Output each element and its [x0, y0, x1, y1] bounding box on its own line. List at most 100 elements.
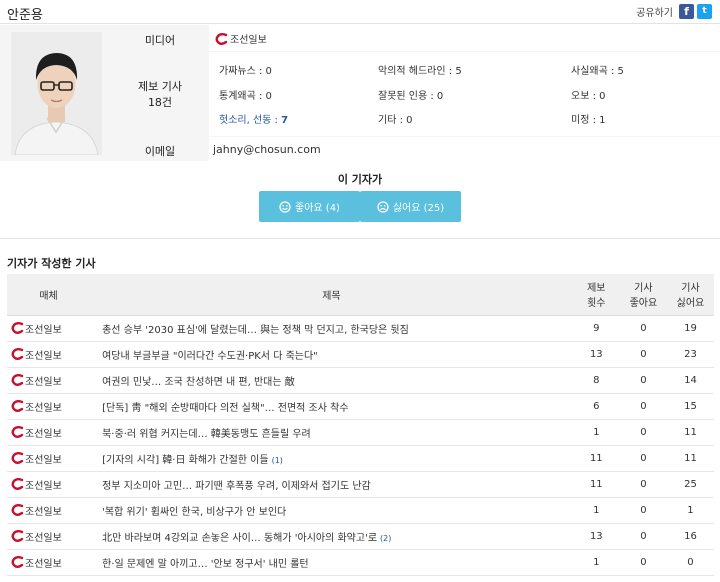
like-button[interactable]: 좋아요 (4) [259, 191, 360, 222]
email-label: 이메일 [111, 137, 209, 161]
article-title-link[interactable]: [단독] 靑 "해외 순방때마다 의전 실책"… 전면적 조사 착수 [102, 403, 348, 414]
chosun-logo-icon [11, 504, 24, 516]
row-dislikes: 1 [666, 497, 714, 524]
chosun-logo-icon [11, 348, 24, 360]
row-media-name: 조선일보 [25, 402, 62, 414]
email-link[interactable]: jahny@chosun.com [213, 143, 321, 156]
table-row: 조선일보 北만 바라보며 4강외교 손놓은 사이… 동해가 '아시아의 화약고'로… [7, 523, 714, 550]
header-title: 제목 [90, 274, 573, 316]
header-dislikes: 기사 싫어요 [666, 274, 714, 316]
row-reports: 1 [572, 419, 620, 446]
row-likes: 0 [619, 419, 667, 446]
share-label: 공유하기 [636, 8, 673, 19]
row-media[interactable]: 조선일보 [7, 549, 91, 576]
row-media-name: 조선일보 [25, 454, 62, 466]
table-row: 조선일보 총선 승부 '2030 표심'에 달렸는데… 與는 정책 막 던지고, … [7, 315, 714, 342]
article-title-link[interactable]: 정부 지소미아 고민… 파기땐 후폭풍 우려, 이제와서 접기도 난감 [102, 481, 371, 492]
media-name: 조선일보 [230, 35, 267, 46]
chosun-logo-icon [11, 452, 24, 464]
stat-nonsense-agitation[interactable]: 헛소리, 선동 : 7 [219, 111, 288, 126]
table-row: 조선일보 북·중·러 위협 커지는데… 韓美동맹도 흔들릴 우려 1 0 11 [7, 419, 714, 446]
row-media-name: 조선일보 [25, 506, 62, 518]
chosun-logo-icon [11, 426, 24, 438]
row-media[interactable]: 조선일보 [7, 341, 91, 368]
article-title-link[interactable]: '복합 위기' 휩싸인 한국, 비상구가 안 보인다 [102, 507, 286, 518]
article-title-link[interactable]: 여당내 부글부글 "이러다간 수도권·PK서 다 죽는다" [102, 351, 318, 362]
table-row: 조선일보 한·일 문제엔 말 아끼고… '안보 정구서' 내민 롤턴 1 0 0 [7, 549, 714, 576]
header-bar: 안준용 공유하기 f t [0, 0, 720, 24]
table-row: 조선일보 여당내 부글부글 "이러다간 수도권·PK서 다 죽는다" 13 0 23 [7, 341, 714, 368]
article-title-link[interactable]: [기자의 시각] 韓·日 화해가 간절한 이들 [102, 455, 268, 466]
stat-statistic-distortion: 통계왜곡 : 0 [219, 91, 272, 102]
row-likes: 0 [619, 471, 667, 498]
row-title-cell: [기자의 시각] 韓·日 화해가 간절한 이들 (1) [90, 445, 573, 472]
row-media-name: 조선일보 [25, 558, 62, 570]
row-dislikes: 23 [666, 341, 714, 368]
row-title-cell: '복합 위기' 휩싸인 한국, 비상구가 안 보인다 [90, 497, 573, 524]
row-media[interactable]: 조선일보 [7, 419, 91, 446]
row-media[interactable]: 조선일보 [7, 367, 91, 394]
row-media-name: 조선일보 [25, 324, 62, 336]
chosun-logo-icon [11, 530, 24, 542]
row-reports: 9 [572, 315, 620, 342]
header-likes: 기사 좋아요 [619, 274, 667, 316]
row-reports: 11 [572, 445, 620, 472]
row-media[interactable]: 조선일보 [7, 445, 91, 472]
profile-info: 미디어 조선일보 제보 기사 18건 가짜뉴스 : 0 악의적 헤드라인 : 5… [111, 25, 720, 161]
article-title-link[interactable]: 북·중·러 위협 커지는데… 韓美동맹도 흔들릴 우려 [102, 429, 311, 440]
chosun-logo-icon [11, 322, 24, 334]
row-dislikes: 25 [666, 471, 714, 498]
row-media-name: 조선일보 [25, 532, 62, 544]
stat-fake-news: 가짜뉴스 : 0 [219, 66, 272, 77]
dislike-button[interactable]: 싫어요 (25) [360, 191, 461, 222]
table-row: 조선일보 '복합 위기' 휩싸인 한국, 비상구가 안 보인다 1 0 1 [7, 497, 714, 524]
twitter-share-icon[interactable]: t [697, 4, 712, 19]
row-title-cell: 한·일 문제엔 말 아끼고… '안보 정구서' 내민 롤턴 [90, 549, 573, 576]
row-likes: 0 [619, 523, 667, 550]
row-reports: 13 [572, 341, 620, 368]
header-media: 매체 [7, 274, 91, 316]
row-dislikes: 11 [666, 419, 714, 446]
media-logo[interactable]: 조선일보 [215, 31, 267, 46]
article-title-link[interactable]: 여권의 민낯… 조국 찬성하면 내 편, 반대는 敵 [102, 377, 295, 388]
row-reports: 13 [572, 523, 620, 550]
row-reports: 6 [572, 393, 620, 420]
row-title-cell: 정부 지소미아 고민… 파기땐 후폭풍 우려, 이제와서 접기도 난감 [90, 471, 573, 498]
articles-table: 매체 제목 제보 횟수 기사 좋아요 기사 싫어요 조선일보 총선 승부 '2030 표… [7, 274, 714, 576]
smile-icon [279, 200, 291, 213]
row-likes: 0 [619, 549, 667, 576]
stat-undecided: 미정 : 1 [571, 115, 606, 126]
chosun-logo-icon [215, 32, 228, 45]
chosun-logo-icon [11, 400, 24, 412]
row-media-name: 조선일보 [25, 350, 62, 362]
report-label: 제보 기사 [138, 80, 182, 93]
stat-wrong-quote: 잘못된 인용 : 0 [378, 91, 444, 102]
row-reports: 11 [572, 471, 620, 498]
facebook-share-icon[interactable]: f [679, 4, 694, 19]
article-title-link[interactable]: 한·일 문제엔 말 아끼고… '안보 정구서' 내민 롤턴 [102, 559, 309, 570]
email-value-cell: jahny@chosun.com [209, 137, 720, 161]
dislike-label: 싫어요 (25) [392, 203, 445, 214]
row-media-name: 조선일보 [25, 480, 62, 492]
section-divider [0, 238, 720, 239]
row-media[interactable]: 조선일보 [7, 393, 91, 420]
row-dislikes: 15 [666, 393, 714, 420]
row-media[interactable]: 조선일보 [7, 471, 91, 498]
row-reports: 8 [572, 367, 620, 394]
article-title-link[interactable]: 北만 바라보며 4강외교 손놓은 사이… 동해가 '아시아의 화약고'로 [102, 533, 377, 544]
article-title-link[interactable]: 총선 승부 '2030 표심'에 달렸는데… 與는 정책 막 던지고, 한국당은… [102, 325, 409, 336]
reporter-portrait-image [11, 32, 102, 155]
share-area: 공유하기 f t [636, 4, 712, 19]
report-stats: 가짜뉴스 : 0 악의적 헤드라인 : 5 사실왜곡 : 5 통계왜곡 : 0 … [209, 52, 720, 136]
media-label: 미디어 [111, 25, 209, 51]
row-dislikes: 16 [666, 523, 714, 550]
row-media[interactable]: 조선일보 [7, 315, 91, 342]
row-media-name: 조선일보 [25, 376, 62, 388]
row-media-name: 조선일보 [25, 428, 62, 440]
chosun-logo-icon [11, 478, 24, 490]
row-likes: 0 [619, 445, 667, 472]
row-media[interactable]: 조선일보 [7, 523, 91, 550]
row-likes: 0 [619, 341, 667, 368]
row-media[interactable]: 조선일보 [7, 497, 91, 524]
stat-etc: 기타 : 0 [378, 115, 413, 126]
